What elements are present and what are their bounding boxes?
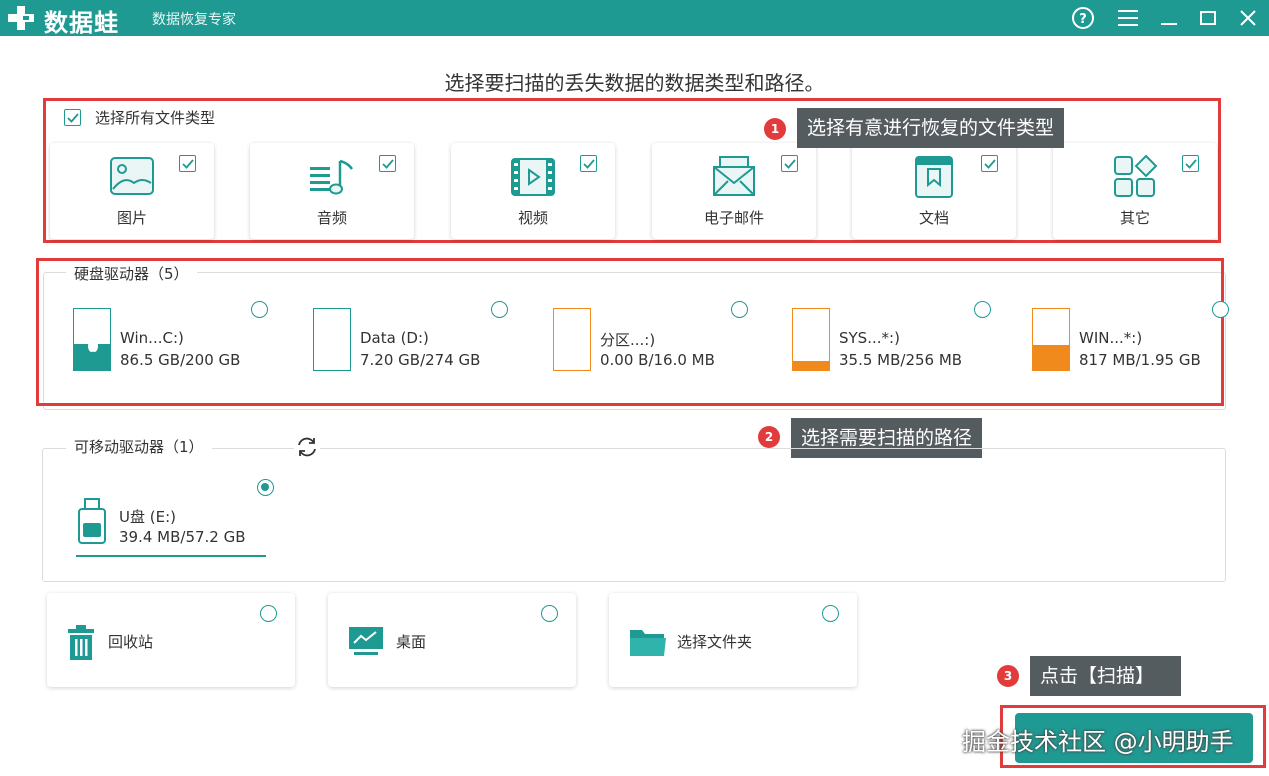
location-desktop[interactable]: 桌面 — [328, 593, 576, 687]
file-type-card-other[interactable]: 其它 — [1053, 143, 1217, 239]
recycle-bin-icon — [68, 625, 94, 660]
checkbox-checked-icon[interactable] — [781, 155, 798, 172]
desktop-icon — [349, 627, 383, 655]
drive-size: 35.5 MB/256 MB — [839, 351, 963, 369]
file-type-label: 音频 — [316, 209, 347, 227]
drive-usage-bar — [313, 308, 351, 371]
drive-usage-fill — [1033, 345, 1069, 370]
drive-win-radio[interactable] — [1212, 301, 1229, 318]
select-all-checkbox[interactable]: 选择所有文件类型 — [64, 107, 215, 128]
image-icon — [110, 157, 154, 195]
file-type-label: 其它 — [1119, 209, 1150, 227]
location-label: 选择文件夹 — [677, 633, 753, 651]
drive-name: WIN...*:) — [1079, 329, 1143, 347]
location-label: 回收站 — [108, 633, 154, 651]
location-recycle-bin[interactable]: 回收站 — [47, 593, 295, 687]
location-radio[interactable] — [541, 605, 558, 622]
file-type-label: 视频 — [517, 209, 548, 227]
drive-usage-bar — [73, 308, 111, 371]
checkbox-checked-icon[interactable] — [580, 155, 597, 172]
drive-sys-radio[interactable] — [974, 301, 991, 318]
drive-name: Data (D:) — [360, 329, 429, 347]
drive-size: 817 MB/1.95 GB — [1079, 351, 1201, 369]
callout-badge: 2 — [758, 426, 780, 448]
folder-icon — [630, 630, 666, 656]
file-type-card-image[interactable]: 图片 — [50, 143, 214, 239]
watermark-text: 掘金技术社区 @小明助手 — [962, 728, 1234, 756]
page-headline: 选择要扫描的丢失数据的数据类型和路径。 — [444, 71, 825, 95]
callout-badge: 1 — [764, 118, 786, 140]
file-type-card-audio[interactable]: 音频 — [250, 143, 414, 239]
minimize-icon[interactable] — [1155, 4, 1183, 32]
location-label: 桌面 — [396, 633, 427, 651]
drive-usage-bar — [1032, 308, 1070, 371]
location-folder[interactable]: 选择文件夹 — [609, 593, 857, 687]
file-type-label: 图片 — [116, 209, 147, 227]
close-icon[interactable] — [1234, 4, 1262, 32]
app-logo: 数据蛙 — [44, 9, 119, 37]
file-type-card-document[interactable]: 文档 — [852, 143, 1016, 239]
drive-name: U盘 (E:) — [119, 508, 176, 526]
drive-usb-radio[interactable] — [257, 479, 274, 496]
drive-name: SYS...*:) — [839, 329, 900, 347]
file-type-label: 文档 — [918, 209, 949, 227]
app-subtitle: 数据恢复专家 — [152, 12, 236, 28]
select-all-label: 选择所有文件类型 — [95, 109, 216, 127]
refresh-icon[interactable] — [294, 434, 320, 460]
title-bar: 数据蛙 数据恢复专家 ? — [0, 0, 1269, 37]
callout-badge: 3 — [997, 665, 1019, 687]
drive-usage-fill — [793, 361, 829, 370]
file-type-card-email[interactable]: 电子邮件 — [652, 143, 816, 239]
drive-size: 39.4 MB/57.2 GB — [119, 528, 246, 546]
checkbox-checked-icon[interactable] — [1182, 155, 1199, 172]
help-icon[interactable]: ? — [1069, 4, 1097, 32]
drive-size: 7.20 GB/274 GB — [360, 351, 481, 369]
removable-group-title: 可移动驱动器（1） — [66, 436, 212, 457]
document-icon — [915, 156, 953, 198]
maximize-icon[interactable] — [1194, 4, 1222, 32]
drive-usb[interactable]: U盘 (E:) 39.4 MB/57.2 GB — [76, 497, 266, 557]
checkbox-checked-icon[interactable] — [981, 155, 998, 172]
usb-drive-icon — [78, 498, 106, 544]
drive-usage-bar — [792, 308, 830, 371]
logo-cross-icon — [8, 6, 34, 30]
video-icon — [511, 158, 555, 196]
other-icon — [1114, 155, 1158, 197]
location-radio[interactable] — [822, 605, 839, 622]
email-icon — [713, 156, 755, 196]
checkbox-checked-icon[interactable] — [379, 155, 396, 172]
callout-file-types: 选择有意进行恢复的文件类型 — [797, 108, 1065, 148]
svg-text:?: ? — [1079, 12, 1087, 27]
audio-icon — [310, 159, 354, 195]
drive-size: 86.5 GB/200 GB — [120, 351, 241, 369]
drive-c-radio[interactable] — [251, 301, 268, 318]
drive-size: 0.00 B/16.0 MB — [600, 351, 715, 369]
file-type-label: 电子邮件 — [703, 209, 764, 227]
drive-name: 分区...:) — [600, 331, 656, 349]
drive-name: Win...C:) — [120, 329, 184, 347]
drive-usage-bar — [553, 308, 591, 371]
checkbox-checked-icon[interactable] — [179, 155, 196, 172]
checkbox-checked-icon — [64, 109, 81, 126]
location-radio[interactable] — [260, 605, 277, 622]
apple-icon — [88, 339, 98, 352]
drive-d-radio[interactable] — [491, 301, 508, 318]
callout-scan: 点击【扫描】 — [1030, 656, 1181, 696]
menu-icon[interactable] — [1114, 4, 1142, 32]
file-type-card-video[interactable]: 视频 — [451, 143, 615, 239]
drive-partition-radio[interactable] — [731, 301, 748, 318]
